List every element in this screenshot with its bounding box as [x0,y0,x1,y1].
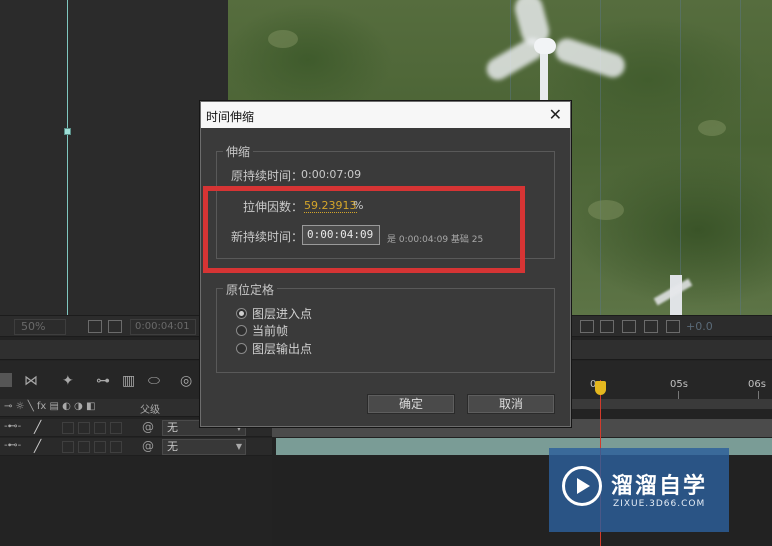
channel-icon[interactable] [622,320,636,333]
switch-box[interactable] [78,422,90,434]
watermark: 溜溜自学 ZIXUE.3D66.COM [549,448,729,532]
current-time-display[interactable]: 0:00:04:01 [130,319,196,335]
radio-layer-in-point[interactable]: 图层进入点 [236,305,312,322]
hold-in-place-label: 原位定格 [223,281,278,298]
cancel-button[interactable]: 取消 [467,394,555,414]
stretch-group-label: 伸缩 [223,143,254,160]
original-duration-value: 0:00:07:09 [301,168,362,181]
work-area-bar[interactable] [572,399,772,409]
show-snapshot-icon[interactable] [600,320,614,333]
shy-icon[interactable]: -⊷- [4,421,21,432]
pickwhip-icon[interactable]: @ [142,420,154,434]
switch-box[interactable] [94,441,106,453]
grid-icon[interactable] [88,320,102,333]
flowchart-icon[interactable] [644,320,658,333]
dialog-titlebar[interactable]: 时间伸缩 ✕ [201,102,570,128]
switch-box[interactable] [110,422,122,434]
guide-line [600,0,601,315]
switch-box[interactable] [62,422,74,434]
switch-icons: ⊸ ☼ ╲ fx ▤ ◐ ◑ ◧ [4,401,96,412]
composition-left-panel [0,0,228,315]
switch-box[interactable] [62,441,74,453]
radio-layer-out-point[interactable]: 图层输出点 [236,340,312,357]
close-icon[interactable]: ✕ [549,105,562,124]
radio-dot [236,343,247,354]
shy-icon[interactable]: ✦ [62,373,74,389]
ruler-tick [758,391,759,399]
guide-handle[interactable] [64,128,71,135]
exposure-icon[interactable] [666,320,680,333]
dialog-title: 时间伸缩 [206,110,255,124]
brainstorm-icon[interactable]: ⬭ [148,373,160,389]
original-duration-label: 原持续时间： [231,169,304,183]
playhead-handle[interactable] [595,381,606,395]
switch-box[interactable] [110,441,122,453]
switch-box[interactable] [78,441,90,453]
watermark-subtitle: ZIXUE.3D66.COM [613,499,706,509]
foliage [588,200,624,220]
ruler-label: 05s [670,379,688,390]
ok-button[interactable]: 确定 [367,394,455,414]
highlight-box [203,186,525,273]
guide-line [680,0,681,315]
shy-icon[interactable]: -⊷- [4,440,21,451]
mask-icon[interactable] [108,320,122,333]
parent-column-header: 父级 [140,405,160,416]
zoom-select[interactable]: 50% [14,319,66,335]
ruler-label: 06s [748,379,766,390]
graph-editor-icon[interactable]: ◎ [180,373,192,389]
comp-icon[interactable] [0,373,12,387]
ruler-tick [678,391,679,399]
quality-icon[interactable]: ╱ [34,420,41,434]
guide-line [740,0,741,315]
layer-row[interactable]: -⊷- ╱ @ 无 ▼ [0,438,272,456]
switch-box[interactable] [94,422,106,434]
radio-dot [236,325,247,336]
chevron-down-icon: ▼ [235,442,242,451]
exposure-value[interactable]: +0.0 [686,320,713,333]
guide-line [67,0,68,315]
foliage [698,120,726,136]
pickwhip-icon[interactable]: @ [142,439,154,453]
radio-dot [236,308,247,319]
draft-3d-icon[interactable]: ⋈ [24,373,38,389]
parent-select[interactable]: 无 ▼ [162,439,246,455]
play-logo-icon [562,466,602,506]
foliage [268,30,298,48]
quality-icon[interactable]: ╱ [34,439,41,453]
radio-current-frame[interactable]: 当前帧 [236,322,288,339]
wind-turbine-hub [534,38,556,54]
motion-blur-icon[interactable]: ▥ [122,373,135,389]
turbine-blade [552,35,628,81]
snapshot-icon[interactable] [580,320,594,333]
watermark-title: 溜溜自学 [611,474,708,499]
frame-blend-icon[interactable]: ⊶ [96,373,110,389]
